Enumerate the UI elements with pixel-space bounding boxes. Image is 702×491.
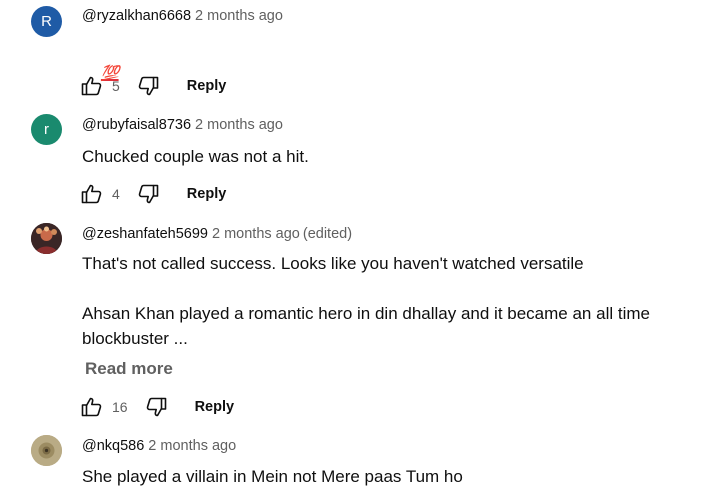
avatar-letter: R xyxy=(41,13,52,30)
like-count: 16 xyxy=(112,399,128,415)
comment-time[interactable]: 2 months ago xyxy=(195,117,283,133)
read-more-button[interactable]: Read more xyxy=(85,359,173,379)
thumbs-down-icon xyxy=(138,76,159,96)
avatar[interactable]: R xyxy=(31,6,62,37)
dislike-button[interactable] xyxy=(134,72,162,100)
comment-author[interactable]: @rubyfaisal8736 xyxy=(82,117,191,133)
comment-time[interactable]: 2 months ago xyxy=(148,438,236,454)
comment-author[interactable]: @zeshanfateh5699 xyxy=(82,226,208,242)
comment-text: Chucked couple was not a hit. xyxy=(82,147,309,166)
avatar[interactable] xyxy=(31,223,62,254)
comment-text: That's not called success. Looks like yo… xyxy=(82,254,650,348)
comment-time[interactable]: 2 months ago xyxy=(195,8,283,24)
comment-meta: @zeshanfateh5699 2 months ago (edited) xyxy=(82,226,352,242)
thumbs-down-icon xyxy=(146,397,166,417)
dislike-button[interactable] xyxy=(134,180,162,208)
avatar[interactable] xyxy=(31,435,62,466)
dislike-button[interactable] xyxy=(142,393,170,421)
avatar-letter: r xyxy=(44,121,49,138)
comment-author[interactable]: @nkq586 xyxy=(82,438,144,454)
thumbs-up-icon xyxy=(81,76,102,96)
comment-meta: @nkq586 2 months ago xyxy=(82,438,236,454)
reply-button[interactable]: Reply xyxy=(187,186,227,202)
avatar[interactable]: r xyxy=(31,114,62,145)
like-count: 5 xyxy=(112,78,120,94)
comment-actions: 5 Reply xyxy=(78,71,226,101)
comment-author[interactable]: @ryzalkhan6668 xyxy=(82,8,191,24)
thumbs-down-icon xyxy=(138,184,159,204)
like-button[interactable] xyxy=(78,180,106,208)
reply-button[interactable]: Reply xyxy=(195,399,235,415)
reply-button[interactable]: Reply xyxy=(187,78,227,94)
comment-text: She played a villain in Mein not Mere pa… xyxy=(82,467,463,486)
comment-meta: @ryzalkhan6668 2 months ago xyxy=(82,8,283,24)
comment-meta: @rubyfaisal8736 2 months ago xyxy=(82,117,283,133)
like-button[interactable] xyxy=(78,72,106,100)
edited-label: (edited) xyxy=(302,226,353,242)
avatar-photo xyxy=(31,435,62,466)
comment-actions: 16 Reply xyxy=(78,392,234,422)
like-count: 4 xyxy=(112,186,120,202)
comment-time[interactable]: 2 months ago xyxy=(212,226,300,242)
thumbs-up-icon xyxy=(81,397,102,417)
thumbs-up-icon xyxy=(81,184,102,204)
like-button[interactable] xyxy=(78,393,106,421)
avatar-photo xyxy=(31,223,62,254)
comment-actions: 4 Reply xyxy=(78,179,226,209)
